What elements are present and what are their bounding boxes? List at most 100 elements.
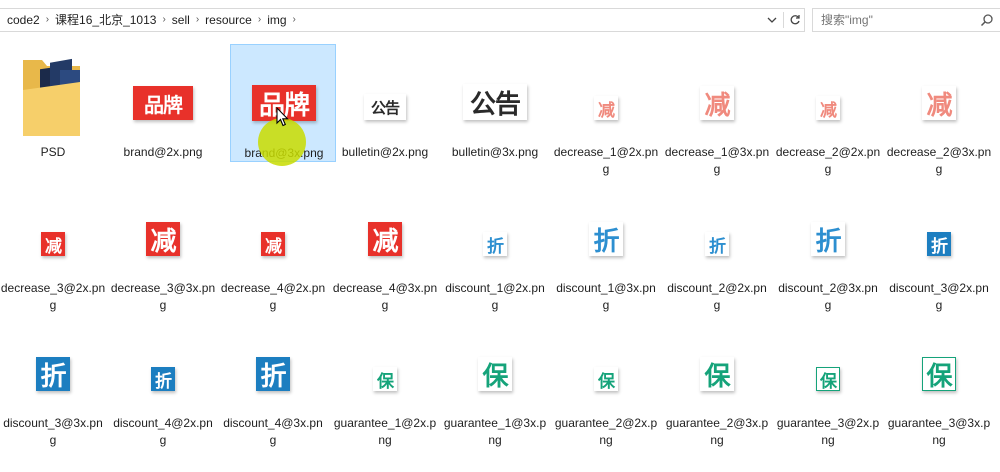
image-thumbnail: 保 (664, 315, 770, 413)
file-name: guarantee_2@2x.png (554, 416, 658, 447)
refresh-button[interactable] (786, 9, 804, 31)
file-item[interactable]: 减 decrease_2@2x.png (775, 44, 881, 176)
breadcrumb-item[interactable]: 课程16_北京_1013 (51, 10, 160, 30)
search-input[interactable] (821, 13, 981, 27)
image-thumbnail: 减 (0, 180, 106, 278)
thumbnail-glyph: 品牌 (133, 86, 193, 120)
file-name: bulletin@3x.png (451, 145, 539, 159)
thumbnail-glyph: 折 (927, 232, 951, 257)
thumbnail-glyph: 减 (41, 232, 65, 257)
file-item[interactable]: 公告 bulletin@2x.png (332, 44, 438, 162)
chevron-down-icon (767, 17, 777, 23)
file-item[interactable]: 保 guarantee_3@2x.png (775, 315, 881, 447)
address-dropdown-button[interactable] (763, 9, 781, 31)
file-item[interactable]: 折 discount_2@2x.png (664, 180, 770, 312)
file-item[interactable]: 折 discount_2@3x.png (775, 180, 881, 312)
folder-item[interactable]: PsPs PSD (0, 44, 106, 162)
file-name: discount_3@3x.png (3, 416, 103, 447)
thumbnail-glyph: 减 (368, 222, 402, 257)
image-thumbnail: 保 (775, 315, 881, 413)
image-thumbnail: 减 (886, 44, 992, 142)
thumbnail-glyph: 折 (151, 367, 175, 392)
breadcrumb-item[interactable]: resource (201, 10, 256, 30)
file-item[interactable]: 保 guarantee_2@3x.png (664, 315, 770, 447)
image-thumbnail: 折 (110, 315, 216, 413)
search-icon[interactable] (980, 13, 994, 27)
file-item[interactable]: 折 discount_4@2x.png (110, 315, 216, 447)
file-name: guarantee_1@2x.png (333, 416, 437, 447)
thumbnail-glyph: 折 (36, 357, 70, 392)
thumbnail-glyph: 公告 (463, 84, 527, 120)
file-name: discount_4@3x.png (223, 416, 323, 447)
thumbnail-glyph: 减 (816, 96, 840, 121)
address-bar[interactable]: code2 › 课程16_北京_1013 › sell › resource ›… (0, 8, 805, 32)
thumbnail-glyph: 折 (256, 357, 290, 392)
file-name: discount_2@3x.png (778, 281, 878, 312)
file-item[interactable]: 折 discount_3@3x.png (0, 315, 106, 447)
image-thumbnail: 折 (775, 180, 881, 278)
thumbnail-glyph: 折 (811, 222, 845, 257)
file-name: decrease_3@3x.png (110, 281, 216, 312)
chevron-right-icon[interactable]: › (44, 10, 51, 30)
file-item[interactable]: 减 decrease_3@2x.png (0, 180, 106, 312)
file-item[interactable]: 减 decrease_4@3x.png (332, 180, 438, 312)
file-item[interactable]: 保 guarantee_2@2x.png (553, 315, 659, 447)
image-thumbnail: 折 (220, 315, 326, 413)
file-name: guarantee_3@3x.png (887, 416, 991, 447)
file-name: guarantee_3@2x.png (776, 416, 880, 447)
file-item[interactable]: 品牌 brand@2x.png (110, 44, 216, 162)
thumbnail-glyph: 折 (589, 222, 623, 257)
image-thumbnail: 保 (553, 315, 659, 413)
file-item[interactable]: 减 decrease_1@3x.png (664, 44, 770, 176)
file-item[interactable]: 折 discount_1@3x.png (553, 180, 659, 312)
search-box[interactable] (812, 8, 1000, 32)
file-item[interactable]: 减 decrease_3@3x.png (110, 180, 216, 312)
breadcrumb-item[interactable]: code2 (3, 10, 44, 30)
image-thumbnail: 折 (0, 315, 106, 413)
chevron-right-icon[interactable]: › (160, 10, 167, 30)
thumbnail-glyph: 减 (922, 86, 956, 121)
file-item[interactable]: 保 guarantee_1@3x.png (442, 315, 548, 447)
file-name: decrease_2@3x.png (886, 145, 992, 176)
breadcrumb-item[interactable]: sell (168, 10, 194, 30)
thumbnail-glyph: 减 (700, 86, 734, 121)
image-thumbnail: 减 (775, 44, 881, 142)
image-thumbnail: 折 (553, 180, 659, 278)
thumbnail-glyph: 保 (816, 367, 840, 392)
file-name: decrease_4@3x.png (332, 281, 438, 312)
thumbnail-glyph: 减 (594, 96, 618, 121)
breadcrumb: code2 › 课程16_北京_1013 › sell › resource ›… (0, 9, 298, 31)
file-name: decrease_2@2x.png (775, 145, 881, 176)
breadcrumb-item[interactable]: img (263, 10, 290, 30)
thumbnail-glyph: 公告 (364, 94, 406, 120)
chevron-right-icon[interactable]: › (194, 10, 201, 30)
image-thumbnail: 保 (442, 315, 548, 413)
file-item[interactable]: 减 decrease_2@3x.png (886, 44, 992, 176)
image-thumbnail: 保 (332, 315, 438, 413)
thumbnail-glyph: 保 (922, 357, 956, 392)
file-name: discount_3@2x.png (889, 281, 989, 312)
thumbnail-glyph: 减 (261, 232, 285, 257)
file-name: decrease_3@2x.png (0, 281, 106, 312)
file-item[interactable]: 减 decrease_1@2x.png (553, 44, 659, 176)
chevron-right-icon[interactable]: › (256, 10, 263, 30)
file-item[interactable]: 保 guarantee_3@3x.png (886, 315, 992, 447)
thumbnail-glyph: 折 (483, 232, 507, 257)
file-item[interactable]: 保 guarantee_1@2x.png (332, 315, 438, 447)
file-item[interactable]: 折 discount_4@3x.png (220, 315, 326, 447)
file-name: PSD (40, 145, 66, 159)
file-name: guarantee_1@3x.png (443, 416, 547, 447)
chevron-right-icon[interactable]: › (291, 10, 298, 30)
file-name: brand@2x.png (123, 145, 203, 159)
mouse-pointer-icon (276, 107, 289, 127)
image-thumbnail: 品牌 (110, 44, 216, 142)
thumbnail-glyph: 保 (373, 367, 397, 392)
thumbnail-glyph: 保 (594, 367, 618, 392)
file-name: guarantee_2@3x.png (665, 416, 769, 447)
file-item[interactable]: 公告 bulletin@3x.png (442, 44, 548, 162)
file-item[interactable]: 减 decrease_4@2x.png (220, 180, 326, 312)
image-thumbnail: 减 (553, 44, 659, 142)
image-thumbnail: 公告 (442, 44, 548, 142)
file-item[interactable]: 折 discount_1@2x.png (442, 180, 548, 312)
file-item[interactable]: 折 discount_3@2x.png (886, 180, 992, 312)
